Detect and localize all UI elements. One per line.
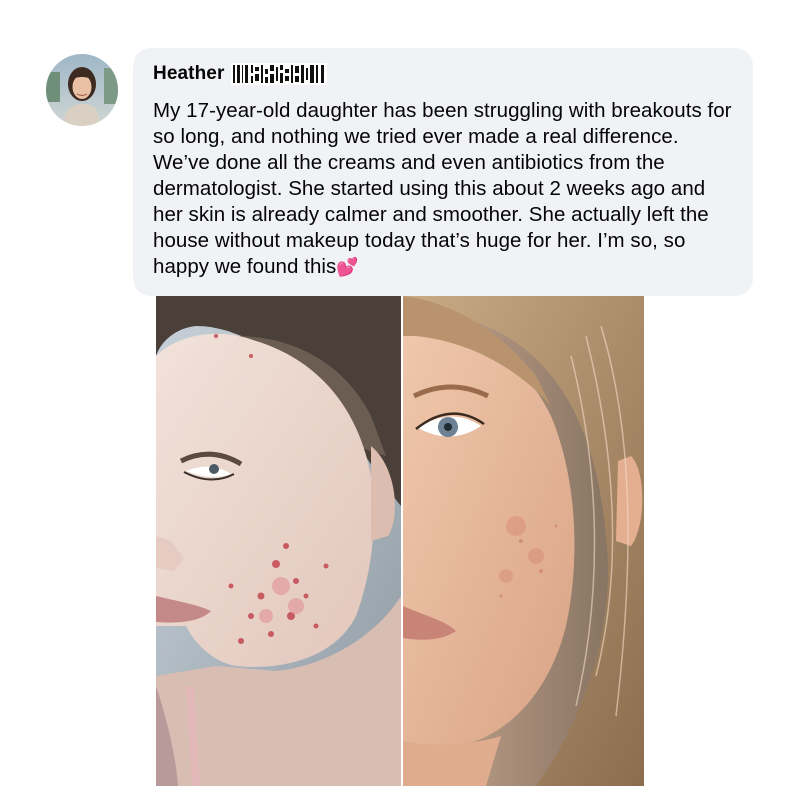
photo-divider xyxy=(401,296,403,786)
author-avatar[interactable] xyxy=(46,54,118,126)
before-after-image xyxy=(156,296,644,786)
before-after-photo[interactable] xyxy=(156,296,644,786)
redacted-name-block xyxy=(231,63,328,85)
comment-header: Heather xyxy=(153,61,739,87)
two-hearts-icon: 💕 xyxy=(336,257,359,277)
comment-thread: Heather My 17-year-old daughter has been… xyxy=(0,0,800,800)
comment-bubble: Heather My 17-year-old daughter has been… xyxy=(133,48,753,296)
before-photo-panel xyxy=(156,296,401,786)
after-photo-panel xyxy=(403,296,644,786)
author-name[interactable]: Heather xyxy=(153,63,224,85)
comment-body: My 17-year-old daughter has been struggl… xyxy=(153,98,739,280)
comment-text: My 17-year-old daughter has been struggl… xyxy=(153,99,732,278)
avatar-portrait xyxy=(46,54,118,126)
